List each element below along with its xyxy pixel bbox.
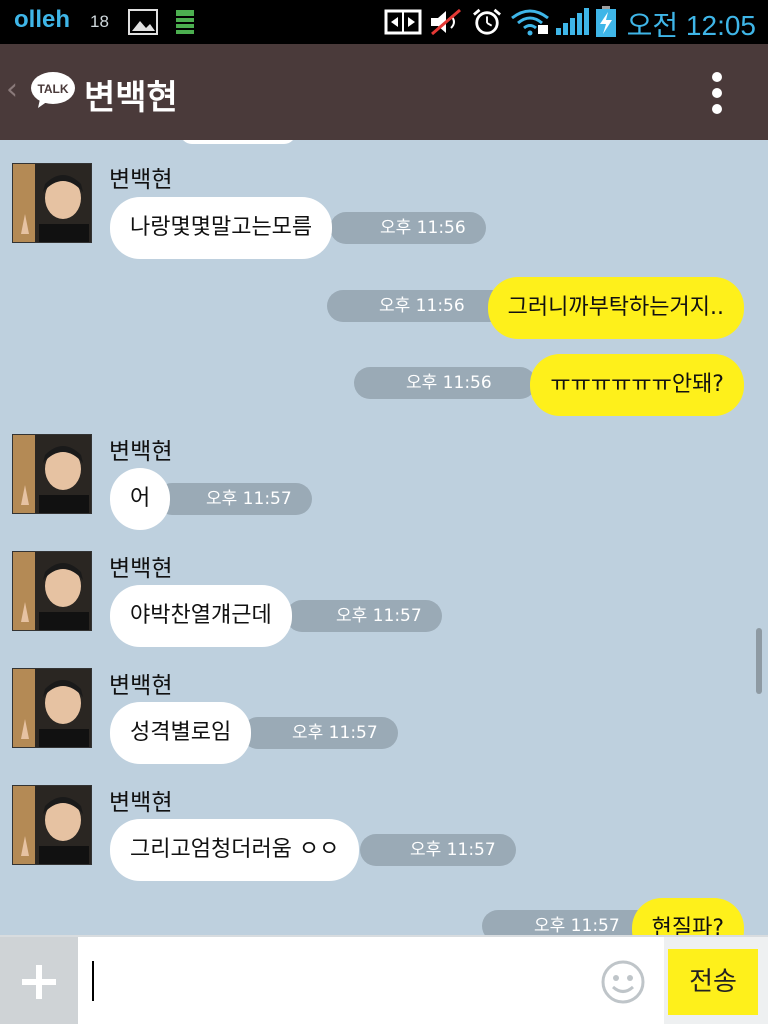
sender-name: 변백현: [109, 790, 173, 816]
sender-name: 변백현: [109, 439, 173, 465]
message-bubble[interactable]: ㅠㅠㅠㅠㅠㅠ안돼?: [530, 354, 744, 416]
avatar-photo: [13, 669, 91, 747]
message-time: 오후 11:57: [156, 483, 312, 515]
message-bubble[interactable]: 현질파?: [631, 898, 744, 935]
plus-icon[interactable]: [0, 937, 78, 1024]
message-input-bar: 전송: [0, 935, 768, 1024]
back-icon[interactable]: ‹: [6, 72, 18, 107]
signal-icon: [556, 8, 589, 35]
avatar-photo: [13, 164, 91, 242]
kakaotalk-logo-icon: TALK: [31, 72, 75, 108]
message-bubble[interactable]: 그러니까부탁하는거지..: [487, 277, 744, 339]
message-bubble[interactable]: 그리고엄청더러움 ㅇㅇ: [110, 819, 360, 881]
message-bubble[interactable]: 성격별로임: [110, 702, 252, 764]
mute-icon: [431, 8, 461, 36]
avatar[interactable]: [12, 551, 92, 631]
avatar-photo: [13, 435, 91, 513]
more-vertical-icon[interactable]: [712, 72, 724, 114]
message-bubble[interactable]: 나랑몇몇말고는모름: [110, 197, 333, 259]
message-time: 오후 11:56: [327, 290, 509, 322]
battery-charging-icon: [596, 6, 616, 37]
status-clock: 오전 12:05: [626, 10, 756, 41]
message-time: 오후 11:56: [330, 212, 486, 244]
sender-name: 변백현: [109, 167, 173, 193]
sender-name: 변백현: [109, 556, 173, 582]
screen-mirror-icon: [384, 9, 422, 35]
status-bar: olleh 18 오전 12:05: [0, 0, 768, 44]
wifi-icon: [511, 9, 549, 36]
avatar-photo: [13, 552, 91, 630]
smiley-icon[interactable]: [600, 959, 646, 1005]
avatar-photo: [13, 786, 91, 864]
carrier-label: olleh: [14, 6, 71, 33]
send-button[interactable]: 전송: [668, 949, 758, 1015]
image-icon: [128, 9, 158, 35]
text-caret: [92, 961, 94, 1001]
avatar[interactable]: [12, 434, 92, 514]
message-time: 오후 11:57: [360, 834, 516, 866]
avatar[interactable]: [12, 668, 92, 748]
partial-message-bubble: [180, 140, 296, 144]
avatar[interactable]: [12, 163, 92, 243]
message-time: 오후 11:56: [354, 367, 536, 399]
message-time: 오후 11:57: [242, 717, 398, 749]
avatar[interactable]: [12, 785, 92, 865]
message-input[interactable]: [78, 937, 664, 1024]
alarm-icon: [473, 8, 501, 35]
scrollbar[interactable]: [756, 628, 762, 694]
logo-text: TALK: [37, 82, 68, 96]
message-bubble[interactable]: 어: [110, 468, 171, 530]
sender-name: 변백현: [109, 673, 173, 699]
message-list[interactable]: 변백현 오후 11:56 나랑몇몇말고는모름 오후 11:56 그러니까부탁하는…: [0, 140, 768, 935]
chat-title: 변백현: [84, 78, 178, 118]
chat-header: ‹ TALK 변백현: [0, 44, 768, 140]
message-time: 오후 11:57: [286, 600, 442, 632]
sim-card-icon: [176, 10, 194, 34]
message-bubble[interactable]: 야박찬열걔근데: [110, 585, 292, 647]
notification-count: 18: [90, 12, 109, 31]
